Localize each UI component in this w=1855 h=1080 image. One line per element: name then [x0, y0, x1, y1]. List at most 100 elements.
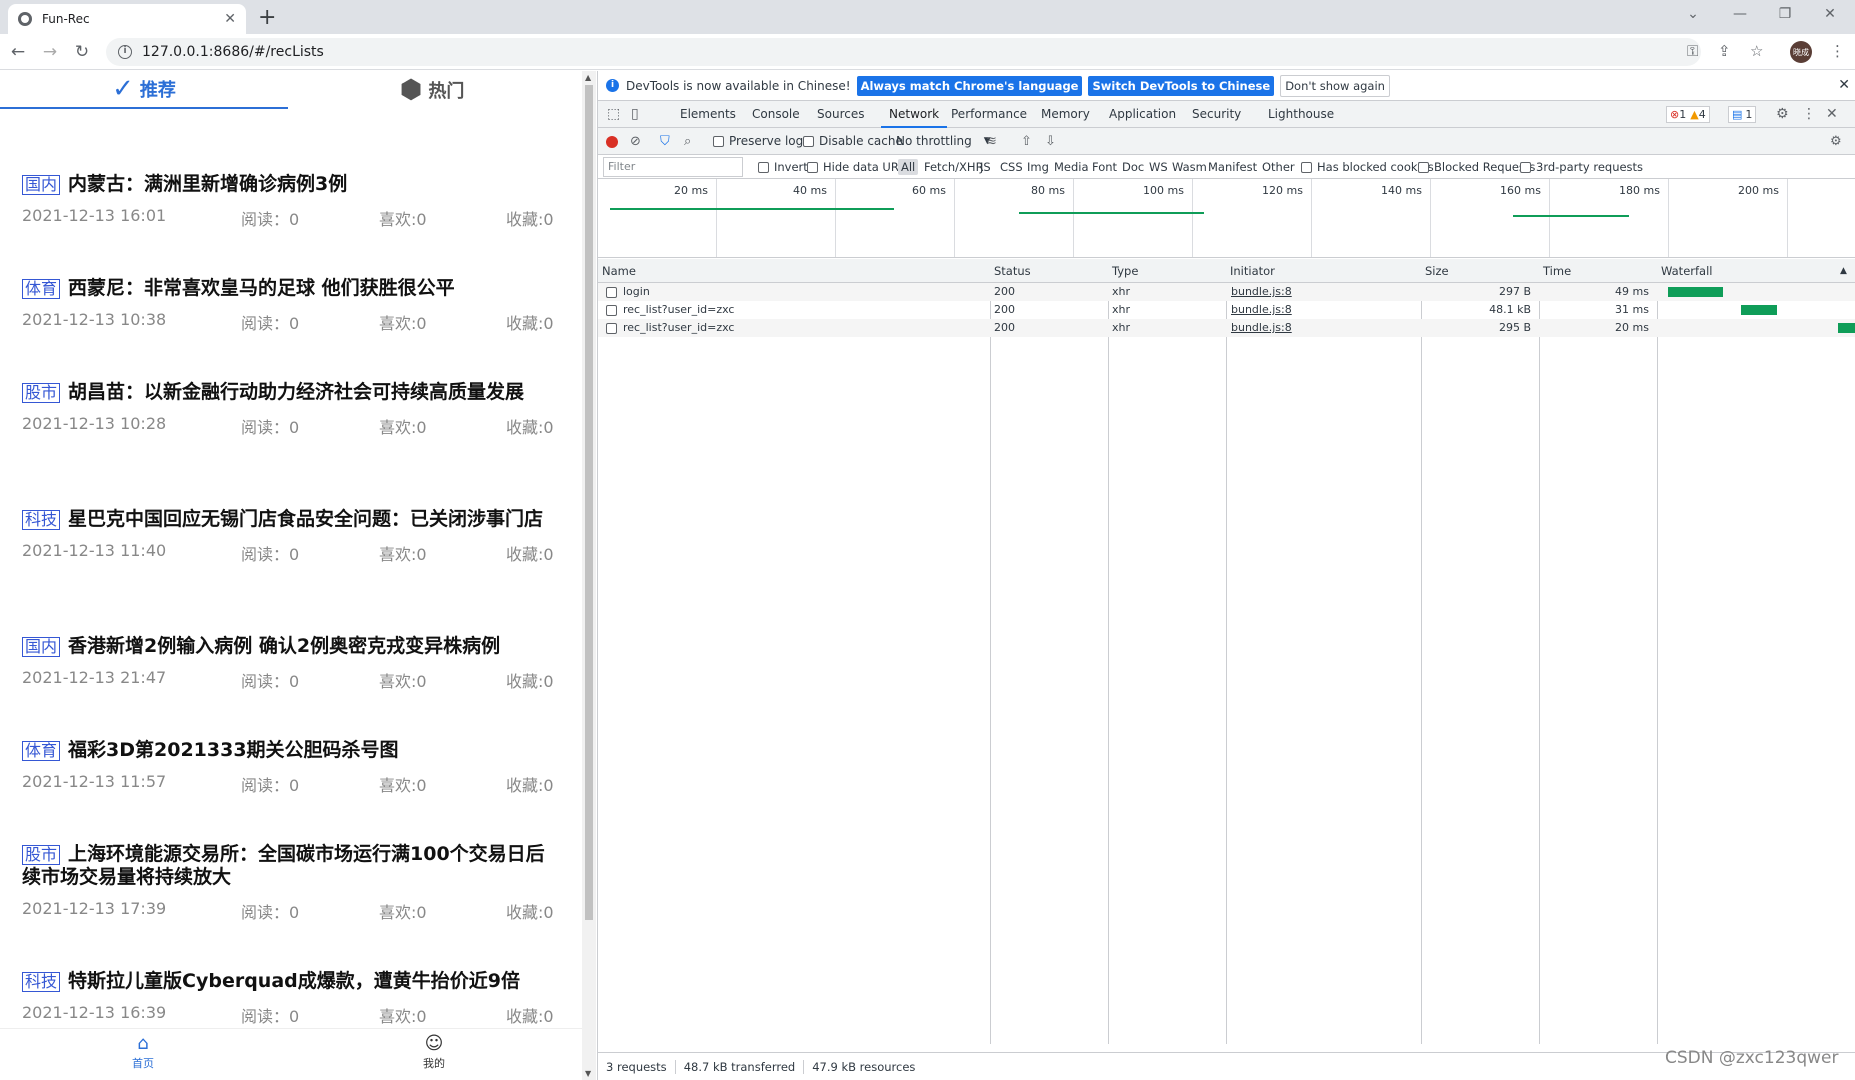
network-settings-icon[interactable]: ⚙	[1830, 128, 1842, 155]
scroll-down-icon[interactable]: ▼	[585, 1069, 591, 1078]
new-tab-icon[interactable]: +	[258, 5, 276, 30]
column-header-status[interactable]: Status	[990, 259, 1031, 283]
column-header-name[interactable]: Name	[598, 259, 636, 283]
table-row[interactable]: rec_list?user_id=zxc 200 xhr bundle.js:8…	[598, 301, 1855, 319]
device-toolbar-icon[interactable]: ▯	[631, 106, 639, 122]
disable-cache-checkbox[interactable]: Disable cache	[803, 128, 903, 155]
bookmark-star-icon[interactable]: ☆	[1750, 42, 1763, 60]
type-filter-js[interactable]: JS	[980, 155, 991, 179]
close-devtools-icon[interactable]: ✕	[1826, 106, 1838, 122]
key-icon[interactable]: ⚿	[1687, 42, 1698, 60]
list-item[interactable]: 股市 胡昌苗：以新金融行动助力经济社会可持续高质量发展 2021-12-13 10…	[22, 381, 557, 437]
table-row[interactable]: login 200 xhr bundle.js:8 297 B 49 ms	[598, 283, 1855, 301]
restore-icon[interactable]: ❐	[1760, 0, 1810, 28]
tab-lighthouse[interactable]: Lighthouse	[1268, 101, 1334, 128]
always-match-language-button[interactable]: Always match Chrome's language	[856, 75, 1083, 96]
close-icon[interactable]: ✕	[1838, 77, 1850, 93]
sort-ascending-icon[interactable]: ▲	[1836, 259, 1847, 283]
tab-console[interactable]: Console	[752, 101, 800, 128]
list-item[interactable]: 体育 福彩3D第2021333期关公胆码杀号图 2021-12-13 11:57 …	[22, 739, 557, 795]
column-header-time[interactable]: Time	[1539, 259, 1571, 283]
type-filter-css[interactable]: CSS	[1000, 155, 1023, 179]
filter-icon[interactable]: ⛉	[660, 128, 670, 155]
type-filter-ws[interactable]: WS	[1149, 155, 1168, 179]
nav-mine[interactable]: ☺ 我的	[394, 1033, 474, 1071]
import-har-icon[interactable]: ⇧	[1021, 128, 1032, 155]
column-header-size[interactable]: Size	[1421, 259, 1449, 283]
list-item[interactable]: 体育 西蒙尼：非常喜欢皇马的足球 他们获胜很公平 2021-12-13 10:38…	[22, 277, 557, 333]
column-header-type[interactable]: Type	[1108, 259, 1138, 283]
menu-kebab-icon[interactable]: ⋮	[1830, 42, 1845, 60]
type-filter-fetch-xhr[interactable]: Fetch/XHR	[924, 155, 984, 179]
scrollbar-thumb[interactable]	[585, 85, 593, 920]
tab-security[interactable]: Security	[1192, 101, 1241, 128]
tab-hot[interactable]: ⬢ 热门	[288, 71, 576, 109]
clear-icon[interactable]: ⊘	[630, 128, 641, 155]
avatar[interactable]: 晓成	[1790, 41, 1812, 63]
switch-to-chinese-button[interactable]: Switch DevTools to Chinese	[1088, 75, 1275, 96]
reload-icon[interactable]: ↻	[71, 41, 93, 63]
column-header-waterfall[interactable]: Waterfall	[1657, 259, 1712, 283]
record-button[interactable]	[606, 128, 618, 155]
more-options-icon[interactable]: ⋮	[1802, 106, 1816, 122]
type-filter-manifest[interactable]: Manifest	[1208, 155, 1257, 179]
minimize-icon[interactable]: —	[1715, 0, 1765, 28]
tab-application[interactable]: Application	[1109, 101, 1176, 128]
invert-checkbox[interactable]: Invert	[758, 155, 808, 179]
tab-sources[interactable]: Sources	[817, 101, 864, 128]
messages-counter[interactable]: ▤ 1	[1728, 106, 1757, 123]
tab-search-icon[interactable]: ⌄	[1668, 0, 1718, 28]
filter-input[interactable]: Filter	[603, 157, 743, 177]
request-initiator-link[interactable]: bundle.js:8	[1231, 283, 1292, 301]
back-icon[interactable]: ←	[7, 41, 29, 63]
inspect-element-icon[interactable]: ⬚	[607, 106, 620, 122]
preserve-log-checkbox[interactable]: Preserve log	[713, 128, 803, 155]
site-info-icon[interactable]: i	[118, 45, 132, 59]
settings-gear-icon[interactable]: ⚙	[1776, 106, 1789, 122]
close-window-icon[interactable]: ✕	[1805, 0, 1855, 28]
column-header-initiator[interactable]: Initiator	[1226, 259, 1275, 283]
timeline-bar	[1513, 215, 1629, 217]
list-item[interactable]: 股市 上海环境能源交易所：全国碳市场运行满100个交易日后续市场交易量将持续放大 …	[22, 843, 557, 922]
forward-icon[interactable]: →	[39, 41, 61, 63]
type-filter-wasm[interactable]: Wasm	[1172, 155, 1207, 179]
network-overview-timeline[interactable]: 20 ms 40 ms 60 ms 80 ms 100 ms 120 ms 14…	[598, 179, 1855, 258]
type-filter-img[interactable]: Img	[1027, 155, 1049, 179]
type-filter-media[interactable]: Media	[1054, 155, 1089, 179]
type-filter-doc[interactable]: Doc	[1122, 155, 1144, 179]
page-scrollbar[interactable]: ▲ ▼	[582, 71, 596, 1080]
share-icon[interactable]: ⇪	[1718, 42, 1731, 60]
third-party-requests-checkbox[interactable]: 3rd-party requests	[1520, 155, 1643, 179]
request-initiator-link[interactable]: bundle.js:8	[1231, 319, 1292, 337]
table-row[interactable]: rec_list?user_id=zxc 200 xhr bundle.js:8…	[598, 319, 1855, 337]
list-item[interactable]: 科技 星巴克中国回应无锡门店食品安全问题：已关闭涉事门店 2021-12-13 1…	[22, 508, 557, 564]
scroll-up-icon[interactable]: ▲	[585, 73, 591, 82]
search-icon[interactable]: ⌕	[684, 128, 691, 155]
type-filter-font[interactable]: Font	[1092, 155, 1117, 179]
type-filter-other[interactable]: Other	[1262, 155, 1295, 179]
list-item[interactable]: 科技 特斯拉儿童版Cyberquad成爆款，遭黄牛抬价近9倍 2021-12-13…	[22, 970, 557, 1026]
close-tab-icon[interactable]: ✕	[224, 11, 236, 27]
tab-network[interactable]: Network	[881, 101, 948, 128]
list-item[interactable]: 国内 香港新增2例输入病例 确认2例奥密克戎变异株病例 2021-12-13 21…	[22, 635, 557, 691]
tab-elements[interactable]: Elements	[680, 101, 736, 128]
tab-memory[interactable]: Memory	[1041, 101, 1090, 128]
nav-home[interactable]: ⌂ 首页	[103, 1033, 183, 1071]
browser-tab[interactable]: Fun-Rec ✕	[8, 4, 246, 34]
timeline-bar	[1019, 212, 1204, 214]
tab-recommend[interactable]: ✓ 推荐	[0, 71, 288, 109]
export-har-icon[interactable]: ⇩	[1045, 128, 1056, 155]
address-bar[interactable]: i 127.0.0.1:8686/#/recLists	[106, 38, 1701, 66]
type-filter-all[interactable]: All	[898, 155, 919, 179]
has-blocked-cookies-checkbox[interactable]: Has blocked cookies	[1301, 155, 1434, 179]
dont-show-again-button[interactable]: Don't show again	[1280, 74, 1390, 97]
blocked-requests-checkbox[interactable]: Blocked Requests	[1418, 155, 1535, 179]
network-conditions-icon[interactable]: ≋	[986, 128, 997, 155]
tab-performance[interactable]: Performance	[951, 101, 1027, 128]
hide-data-urls-checkbox[interactable]: Hide data URLs	[807, 155, 911, 179]
waterfall-bar	[1838, 323, 1855, 333]
issues-counter[interactable]: ⊗ 1 ▲ 4	[1666, 106, 1710, 123]
request-initiator-link[interactable]: bundle.js:8	[1231, 301, 1292, 319]
list-item[interactable]: 国内 内蒙古：满洲里新增确诊病例3例 2021-12-13 16:01 阅读：0 …	[22, 173, 557, 229]
throttling-select[interactable]: No throttling ▼	[896, 128, 991, 155]
